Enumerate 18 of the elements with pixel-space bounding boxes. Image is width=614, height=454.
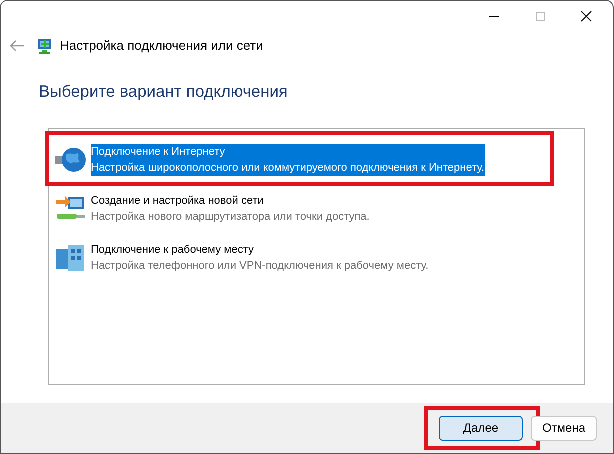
connection-option[interactable]: Создание и настройка новой сети Настройка нового маршрутизатора или точки доступа. [91, 193, 370, 225]
page-heading: Выберите вариант подключения [39, 83, 288, 101]
close-icon [580, 10, 592, 22]
cancel-button[interactable]: Отмена [531, 416, 597, 440]
connection-option[interactable]: Подключение к Интернету Настройка широкополосного или коммутируемого подключения к Интернету. [91, 144, 485, 176]
option-title: Подключение к Интернету [91, 145, 226, 160]
network-icon [36, 37, 53, 55]
option-description: Настройка телефонного или VPN-подключения к рабочему месту. [91, 259, 429, 274]
back-arrow-icon[interactable] [9, 40, 25, 52]
maximize-icon [536, 12, 544, 20]
option-description: Настройка нового маршрутизатора или точки доступа. [91, 210, 370, 225]
option-title: Создание и настройка новой сети [91, 194, 265, 209]
connection-option[interactable]: Подключение к рабочему месту Настройка телефонного или VPN-подключения к рабочему месту. [91, 242, 429, 274]
globe-icon [54, 145, 88, 175]
window-title: Настройка подключения или сети [60, 37, 264, 56]
option-title: Подключение к рабочему месту [91, 243, 256, 258]
option-description: Настройка широкополосного или коммутируемого подключения к Интернету. [91, 161, 485, 176]
next-button[interactable]: Далее [439, 416, 523, 440]
